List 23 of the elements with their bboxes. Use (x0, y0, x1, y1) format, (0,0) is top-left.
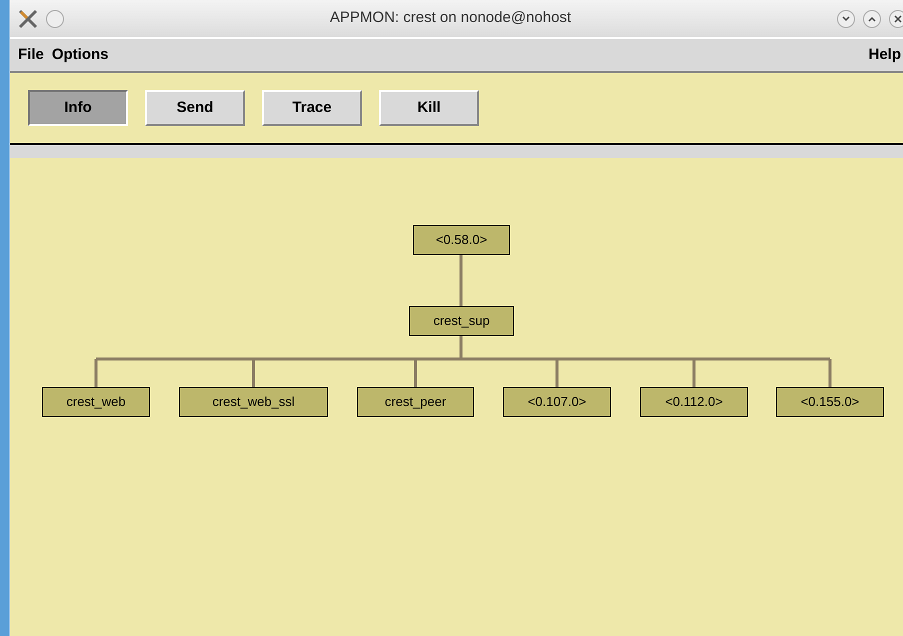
process-node[interactable]: crest_peer (357, 387, 474, 417)
chevron-up-icon (868, 16, 876, 22)
process-node[interactable]: crest_web_ssl (179, 387, 328, 417)
x-logo-icon (18, 8, 38, 28)
menu-item[interactable]: Options (52, 44, 109, 66)
process-node[interactable]: <0.155.0> (776, 387, 884, 417)
close-icon (894, 14, 902, 22)
process-node[interactable]: crest_sup (409, 306, 514, 336)
process-node[interactable]: <0.107.0> (503, 387, 611, 417)
menu-item[interactable]: Help (868, 44, 901, 66)
menu-item[interactable]: File (18, 44, 44, 66)
process-node[interactable]: <0.112.0> (640, 387, 748, 417)
close-button[interactable] (889, 10, 903, 28)
maximize-button[interactable] (863, 10, 881, 28)
window-title: APPMON: crest on nonode@nohost (328, 8, 572, 28)
process-node[interactable]: <0.58.0> (413, 225, 510, 255)
chevron-down-icon (842, 16, 850, 22)
toolbar-button[interactable]: Kill (379, 90, 479, 126)
toolbar-button[interactable]: Info (28, 90, 128, 126)
process-node[interactable]: crest_web (42, 387, 150, 417)
toolbar-button[interactable]: Trace (262, 90, 362, 126)
toolbar-button[interactable]: Send (145, 90, 245, 126)
minimize-button[interactable] (837, 10, 855, 28)
